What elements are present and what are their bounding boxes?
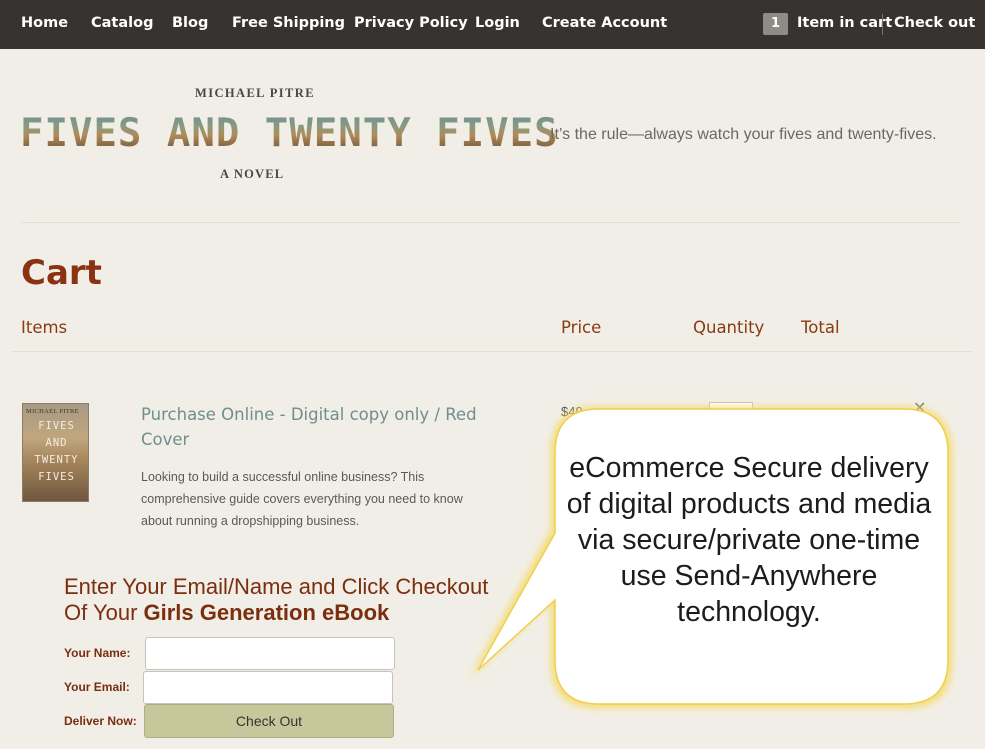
logo-title: FIVES AND TWENTY FIVES [20,111,559,156]
item-price: $49 [561,404,583,419]
nav-login-link[interactable]: Login [475,15,520,31]
page-title: Cart [21,253,102,293]
site-tagline: It’s the rule—always watch your fives an… [550,126,937,143]
checkout-button[interactable]: Check Out [144,704,394,738]
name-field[interactable] [145,637,395,670]
form-heading: Enter Your Email/Name and Click Checkout… [64,574,544,626]
email-field[interactable] [143,671,393,704]
column-header-price: Price [561,318,602,337]
thumbnail-title-line: TWENTY [34,454,79,466]
table-divider [12,351,972,352]
name-label: Your Name: [64,646,131,660]
logo-author: MICHAEL PITRE [195,86,315,100]
cart-count-badge[interactable]: 1 [763,13,788,35]
column-header-quantity: Quantity [693,318,765,337]
close-icon[interactable]: ✕ [913,398,926,418]
nav-privacy-policy-link[interactable]: Privacy Policy [354,15,468,31]
product-name-link[interactable]: Purchase Online - Digital copy only / Re… [141,402,481,452]
nav-cart-link[interactable]: Item in cart [797,15,892,31]
form-heading-line2: Of Your [64,600,144,625]
nav-home-link[interactable]: Home [21,15,68,31]
nav-divider [882,14,883,35]
product-description: Looking to build a successful online bus… [141,470,463,528]
callout-text: eCommerce Secure delivery of digital pro… [566,452,932,628]
nav-catalog-link[interactable]: Catalog [91,15,153,31]
logo-subtitle: A NOVEL [220,167,285,181]
product-thumbnail[interactable]: MICHAEL PITRE FIVES AND TWENTY FIVES [22,403,89,502]
thumbnail-author: MICHAEL PITRE [26,408,79,415]
top-nav-bar: Home Catalog Blog Free Shipping Privacy … [0,0,985,49]
thumbnail-title-line: FIVES [38,471,75,483]
nav-checkout-link[interactable]: Check out [894,15,975,31]
nav-blog-link[interactable]: Blog [172,15,208,31]
nav-create-account-link[interactable]: Create Account [542,15,667,31]
header-divider [21,222,961,223]
column-header-total: Total [801,318,840,337]
form-heading-product: Girls Generation eBook [143,600,390,625]
thumbnail-title-line: FIVES [38,420,75,432]
form-heading-line1: Enter Your Email/Name and Click Checkout [64,574,489,599]
deliver-label: Deliver Now: [64,714,137,728]
thumbnail-title-line: AND [45,437,68,449]
column-header-items: Items [21,318,68,337]
quantity-input[interactable] [709,402,753,428]
email-label: Your Email: [64,680,130,694]
nav-free-shipping-link[interactable]: Free Shipping [232,15,345,31]
